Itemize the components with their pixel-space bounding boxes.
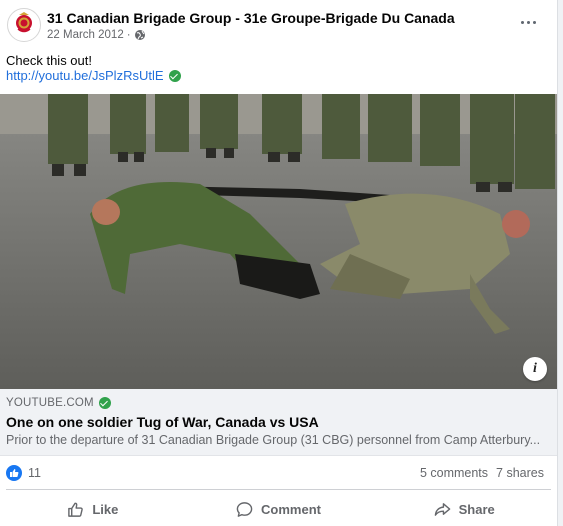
post-message: Check this out! <box>6 53 92 68</box>
brigade-crest-icon <box>9 10 39 40</box>
link-description: Prior to the departure of 31 Canadian Br… <box>6 433 541 447</box>
link-domain-row: YOUTUBE.COM <box>6 397 111 409</box>
more-icon-dot <box>526 20 530 24</box>
thumbs-up-icon <box>68 502 84 517</box>
comments-count[interactable]: 5 comments <box>420 466 488 480</box>
post-link[interactable]: http://youtu.be/JsPlzRsUtlE <box>6 68 164 83</box>
post-card: 31 Canadian Brigade Group - 31e Groupe-B… <box>0 0 558 526</box>
reactions-bar: 11 5 comments 7 shares <box>0 456 557 488</box>
post-actions: Like Comment Share <box>0 493 557 525</box>
link-domain: YOUTUBE.COM <box>6 397 94 409</box>
meta-separator: · <box>126 29 131 41</box>
post-meta: 22 March 2012 · <box>47 29 146 41</box>
post-header: 31 Canadian Brigade Group - 31e Groupe-B… <box>0 0 557 48</box>
info-icon[interactable]: i <box>523 357 547 381</box>
globe-icon <box>134 30 145 40</box>
engagement-counts: 5 comments 7 shares <box>420 466 544 480</box>
shares-count[interactable]: 7 shares <box>496 466 544 480</box>
comment-label: Comment <box>261 501 321 517</box>
actions-divider <box>6 489 551 490</box>
post-date[interactable]: 22 March 2012 <box>47 29 124 41</box>
share-button[interactable]: Share <box>371 493 557 525</box>
like-label: Like <box>92 501 119 517</box>
more-options-button[interactable] <box>516 10 540 34</box>
page-name-link[interactable]: 31 Canadian Brigade Group - 31e Groupe-B… <box>47 10 455 26</box>
like-button[interactable]: Like <box>0 493 186 525</box>
comment-button[interactable]: Comment <box>186 493 372 525</box>
verified-check-icon <box>98 397 111 409</box>
thumbs-up-icon <box>10 469 19 477</box>
page-avatar[interactable] <box>7 8 41 42</box>
share-label: Share <box>458 501 495 517</box>
reaction-count[interactable]: 11 <box>28 466 41 480</box>
like-reaction-icon[interactable] <box>6 465 22 481</box>
link-preview[interactable]: YOUTUBE.COM One on one soldier Tug of Wa… <box>0 389 557 456</box>
verified-check-icon <box>168 69 181 82</box>
soldiers-tug-of-war-image <box>0 94 557 389</box>
more-icon-dot <box>532 20 536 24</box>
post-link-row: http://youtu.be/JsPlzRsUtlE <box>6 68 181 83</box>
more-icon-dot <box>520 20 524 24</box>
comment-icon <box>236 501 253 517</box>
video-thumbnail[interactable]: i <box>0 94 557 389</box>
link-title[interactable]: One on one soldier Tug of War, Canada vs… <box>6 414 319 430</box>
share-icon <box>434 502 450 516</box>
